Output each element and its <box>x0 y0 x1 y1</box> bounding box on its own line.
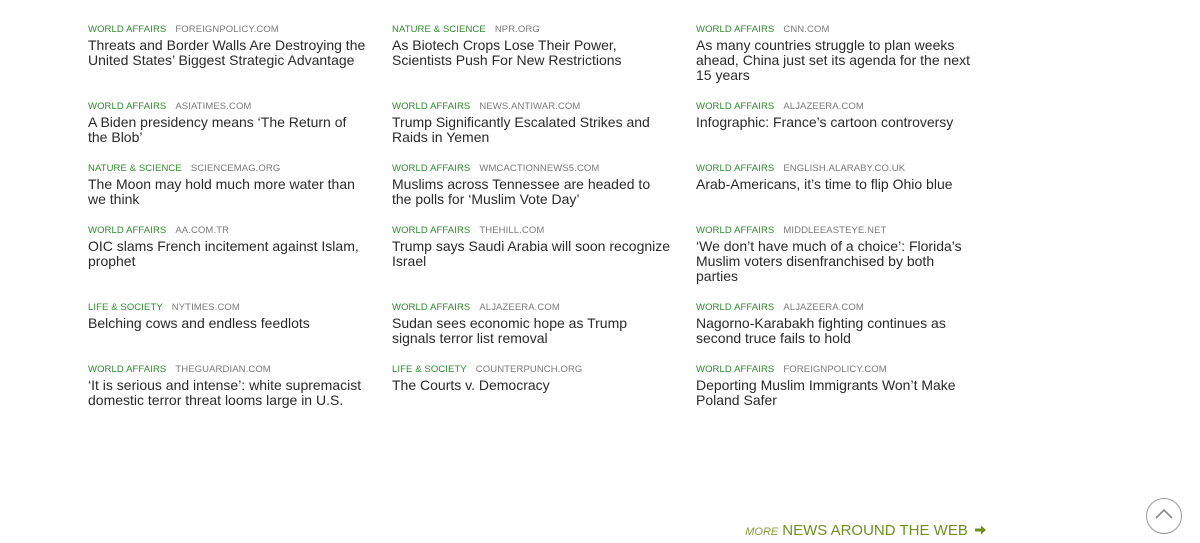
news-row: WORLD AFFAIRS FOREIGNPOLICY.COM Threats a… <box>88 24 988 101</box>
category-label[interactable]: WORLD AFFAIRS <box>88 24 166 35</box>
category-label[interactable]: WORLD AFFAIRS <box>88 364 166 375</box>
news-row: WORLD AFFAIRS AA.COM.TR OIC slams French … <box>88 225 988 302</box>
source-label: NYTIMES.COM <box>171 302 240 313</box>
source-label: THEGUARDIAN.COM <box>175 364 271 375</box>
news-item: WORLD AFFAIRS ALJAZEERA.COM Sudan sees ec… <box>392 302 672 364</box>
source-label: ALJAZEERA.COM <box>479 302 560 313</box>
category-label[interactable]: WORLD AFFAIRS <box>696 225 774 236</box>
news-item: LIFE & SOCIETY COUNTERPUNCH.ORG The Court… <box>392 364 672 426</box>
more-label: NEWS AROUND THE WEB <box>782 522 968 539</box>
category-label[interactable]: WORLD AFFAIRS <box>696 163 774 174</box>
scroll-to-top-button[interactable] <box>1146 498 1182 534</box>
news-title-link[interactable]: Nagorno-Karabakh fighting continues as s… <box>696 316 976 346</box>
news-item: WORLD AFFAIRS THEGUARDIAN.COM ‘It is seri… <box>88 364 368 426</box>
more-news-link[interactable]: MORE NEWS AROUND THE WEB <box>745 520 987 542</box>
news-title-link[interactable]: Belching cows and endless feedlots <box>88 316 368 331</box>
category-label[interactable]: WORLD AFFAIRS <box>696 101 774 112</box>
news-item: WORLD AFFAIRS AA.COM.TR OIC slams French … <box>88 225 368 302</box>
news-item: WORLD AFFAIRS ALJAZEERA.COM Infographic: … <box>696 101 976 163</box>
news-row: LIFE & SOCIETY NYTIMES.COM Belching cows … <box>88 302 988 364</box>
news-title-link[interactable]: Deporting Muslim Immigrants Won’t Make P… <box>696 378 976 408</box>
news-item: WORLD AFFAIRS ALJAZEERA.COM Nagorno-Karab… <box>696 302 976 364</box>
news-grid: WORLD AFFAIRS FOREIGNPOLICY.COM Threats a… <box>88 24 988 426</box>
category-label[interactable]: WORLD AFFAIRS <box>88 101 166 112</box>
news-item: WORLD AFFAIRS THEHILL.COM Trump says Saud… <box>392 225 672 302</box>
news-title-link[interactable]: The Moon may hold much more water than w… <box>88 177 368 207</box>
category-label[interactable]: WORLD AFFAIRS <box>392 225 470 236</box>
news-title-link[interactable]: Muslims across Tennessee are headed to t… <box>392 177 672 207</box>
arrow-right-icon <box>974 522 987 538</box>
category-label[interactable]: WORLD AFFAIRS <box>696 302 774 313</box>
chevron-up-icon <box>1154 507 1174 526</box>
category-label[interactable]: NATURE & SCIENCE <box>392 24 486 35</box>
news-item: WORLD AFFAIRS MIDDLEEASTEYE.NET ‘We don’t… <box>696 225 976 302</box>
source-label: ASIATIMES.COM <box>175 101 252 112</box>
source-label: NEWS.ANTIWAR.COM <box>479 101 581 112</box>
news-item: WORLD AFFAIRS FOREIGNPOLICY.COM Threats a… <box>88 24 368 101</box>
news-item: WORLD AFFAIRS NEWS.ANTIWAR.COM Trump Sign… <box>392 101 672 163</box>
news-title-link[interactable]: ‘It is serious and intense’: white supre… <box>88 378 368 408</box>
category-label[interactable]: NATURE & SCIENCE <box>88 163 182 174</box>
category-label[interactable]: LIFE & SOCIETY <box>88 302 163 313</box>
news-item: NATURE & SCIENCE NPR.ORG As Biotech Crops… <box>392 24 672 101</box>
news-title-link[interactable]: OIC slams French incitement against Isla… <box>88 239 368 269</box>
category-label[interactable]: WORLD AFFAIRS <box>392 163 470 174</box>
news-row: WORLD AFFAIRS THEGUARDIAN.COM ‘It is seri… <box>88 364 988 426</box>
source-label: FOREIGNPOLICY.COM <box>175 24 279 35</box>
news-item: WORLD AFFAIRS ENGLISH.ALARABY.CO.UK Arab-… <box>696 163 976 225</box>
category-label[interactable]: WORLD AFFAIRS <box>696 364 774 375</box>
category-label[interactable]: WORLD AFFAIRS <box>88 225 166 236</box>
source-label: ALJAZEERA.COM <box>783 302 864 313</box>
source-label: AA.COM.TR <box>175 225 230 236</box>
category-label[interactable]: WORLD AFFAIRS <box>392 101 470 112</box>
news-title-link[interactable]: A Biden presidency means ‘The Return of … <box>88 115 368 145</box>
source-label: NPR.ORG <box>494 24 540 35</box>
category-label[interactable]: LIFE & SOCIETY <box>392 364 467 375</box>
news-title-link[interactable]: ‘We don’t have much of a choice’: Florid… <box>696 239 976 284</box>
source-label: CNN.COM <box>783 24 830 35</box>
category-label[interactable]: WORLD AFFAIRS <box>696 24 774 35</box>
source-label: ENGLISH.ALARABY.CO.UK <box>783 163 906 174</box>
more-prefix: MORE <box>745 526 779 538</box>
news-row: NATURE & SCIENCE SCIENCEMAG.ORG The Moon … <box>88 163 988 225</box>
news-title-link[interactable]: As many countries struggle to plan weeks… <box>696 38 976 83</box>
news-item: WORLD AFFAIRS WMCACTIONNEWS5.COM Muslims … <box>392 163 672 225</box>
news-item: WORLD AFFAIRS FOREIGNPOLICY.COM Deporting… <box>696 364 976 426</box>
news-title-link[interactable]: Sudan sees economic hope as Trump signal… <box>392 316 672 346</box>
news-row: WORLD AFFAIRS ASIATIMES.COM A Biden presi… <box>88 101 988 163</box>
news-title-link[interactable]: Trump says Saudi Arabia will soon recogn… <box>392 239 672 269</box>
source-label: WMCACTIONNEWS5.COM <box>479 163 600 174</box>
news-title-link[interactable]: Arab-Americans, it’s time to flip Ohio b… <box>696 177 976 192</box>
news-title-link[interactable]: The Courts v. Democracy <box>392 378 672 393</box>
source-label: SCIENCEMAG.ORG <box>190 163 281 174</box>
news-item: WORLD AFFAIRS CNN.COM As many countries s… <box>696 24 976 101</box>
source-label: FOREIGNPOLICY.COM <box>783 364 887 375</box>
news-item: WORLD AFFAIRS ASIATIMES.COM A Biden presi… <box>88 101 368 163</box>
news-title-link[interactable]: Threats and Border Walls Are Destroying … <box>88 38 368 68</box>
source-label: ALJAZEERA.COM <box>783 101 864 112</box>
source-label: THEHILL.COM <box>479 225 545 236</box>
news-title-link[interactable]: As Biotech Crops Lose Their Power, Scien… <box>392 38 672 68</box>
source-label: MIDDLEEASTEYE.NET <box>783 225 887 236</box>
news-item: NATURE & SCIENCE SCIENCEMAG.ORG The Moon … <box>88 163 368 225</box>
news-title-link[interactable]: Trump Significantly Escalated Strikes an… <box>392 115 672 145</box>
news-item: LIFE & SOCIETY NYTIMES.COM Belching cows … <box>88 302 368 364</box>
news-title-link[interactable]: Infographic: France’s cartoon controvers… <box>696 115 976 130</box>
source-label: COUNTERPUNCH.ORG <box>475 364 583 375</box>
category-label[interactable]: WORLD AFFAIRS <box>392 302 470 313</box>
